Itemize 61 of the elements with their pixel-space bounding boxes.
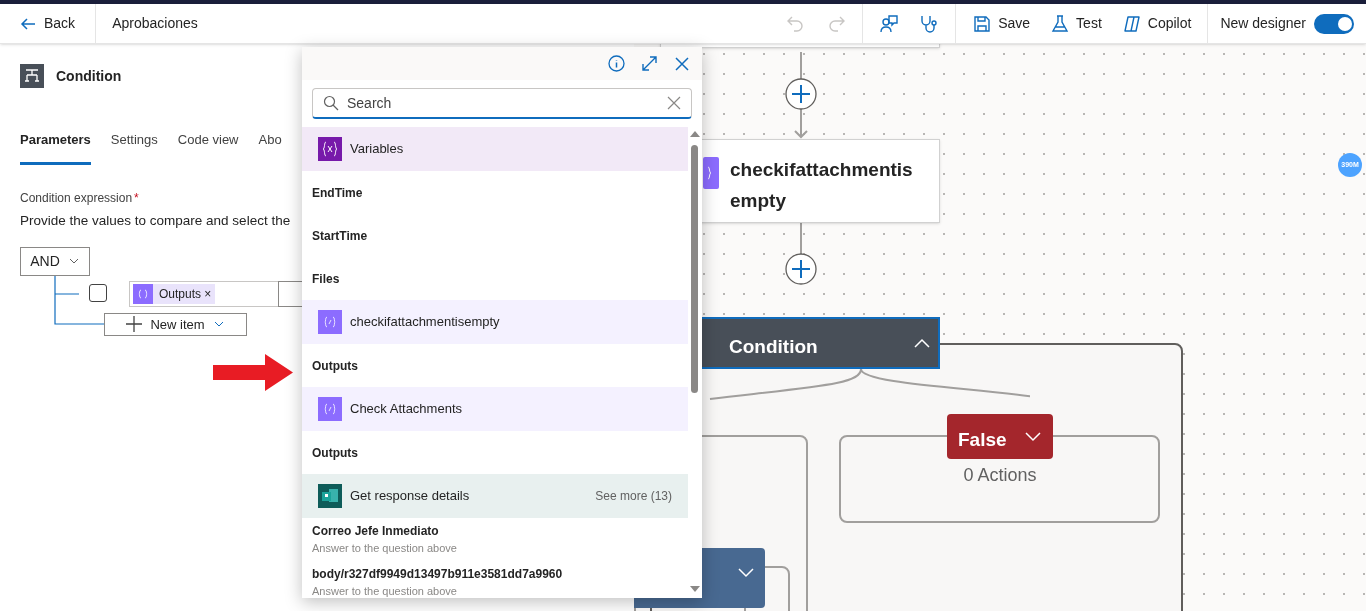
action-title: checkifattachmentisempty <box>730 158 914 213</box>
list-item[interactable]: Files <box>312 269 688 288</box>
search-icon <box>323 95 339 111</box>
stethoscope-icon[interactable] <box>919 13 940 34</box>
expand-icon[interactable] <box>641 55 658 72</box>
add-step-icon[interactable] <box>785 253 817 285</box>
item-description: Answer to the question above <box>312 541 458 557</box>
list-item[interactable]: body/r327df9949d13497b911e3581dd7a9960 <box>312 565 688 584</box>
tab[interactable]: Code view <box>177 130 239 165</box>
close-icon[interactable] <box>674 55 690 72</box>
chevron-up-icon[interactable] <box>914 338 930 348</box>
scroll-down-icon[interactable] <box>690 586 700 592</box>
tab[interactable]: Abo <box>258 130 282 165</box>
action-count: 0 Actions <box>962 464 1038 487</box>
toggle-label: New designer <box>1220 14 1306 33</box>
back-button[interactable]: Back <box>0 4 97 43</box>
required-mark: * <box>134 190 139 205</box>
flow-title: Aprobaciones <box>111 14 199 33</box>
search-input[interactable]: Search <box>347 92 659 114</box>
chevron-down-icon <box>1025 432 1041 442</box>
group-header[interactable]: Get response details See more (13) <box>302 474 688 518</box>
copilot-icon <box>1121 13 1142 34</box>
chevron-down-icon <box>738 568 754 578</box>
panel-title: Condition <box>56 66 122 86</box>
tab[interactable]: Settings <box>110 130 158 165</box>
node-title: Condition <box>729 335 818 359</box>
list-item[interactable]: Outputs <box>312 443 688 462</box>
toggle-switch[interactable] <box>1314 13 1354 34</box>
new-item-button[interactable]: New item <box>104 312 247 336</box>
copilot-button[interactable]: Copilot <box>1113 7 1200 40</box>
plus-icon <box>126 316 143 333</box>
person-chat-icon[interactable] <box>879 13 900 34</box>
arrow-icon <box>213 354 293 391</box>
group-header[interactable]: checkifattachmentisempty <box>302 300 688 344</box>
search-field[interactable]: Search <box>312 88 692 119</box>
scroll-up-icon[interactable] <box>690 131 700 137</box>
operator-dropdown[interactable]: AND <box>20 246 90 276</box>
save-icon <box>972 13 993 34</box>
group-header[interactable]: Check Attachments <box>302 387 688 431</box>
group-header[interactable]: Variables <box>302 127 688 171</box>
list-item[interactable]: StartTime <box>312 226 688 245</box>
compose-icon <box>133 283 153 304</box>
see-more-link[interactable]: See more (13) <box>595 487 672 505</box>
clear-icon[interactable] <box>667 96 681 110</box>
field-label: Condition expression <box>20 190 133 205</box>
test-button[interactable]: Test <box>1042 7 1110 40</box>
back-arrow-icon <box>20 15 36 32</box>
flask-icon <box>1050 13 1071 34</box>
field-hint: Provide the values to compare and select the <box>20 211 292 230</box>
value-field[interactable]: Outputs × <box>129 280 279 307</box>
add-step-icon[interactable] <box>785 78 817 110</box>
checkbox[interactable] <box>89 283 107 302</box>
condition-icon <box>20 64 44 88</box>
item-description: Answer to the question above <box>312 584 458 598</box>
save-button[interactable]: Save <box>964 7 1039 40</box>
false-branch-button[interactable]: False <box>947 414 1053 459</box>
tree-connector <box>54 275 106 325</box>
token-chip[interactable]: Outputs × <box>133 283 216 304</box>
info-icon[interactable] <box>608 55 625 72</box>
list-item[interactable]: Correo Jefe Inmediato <box>312 522 688 541</box>
tab[interactable]: Parameters <box>20 130 91 165</box>
